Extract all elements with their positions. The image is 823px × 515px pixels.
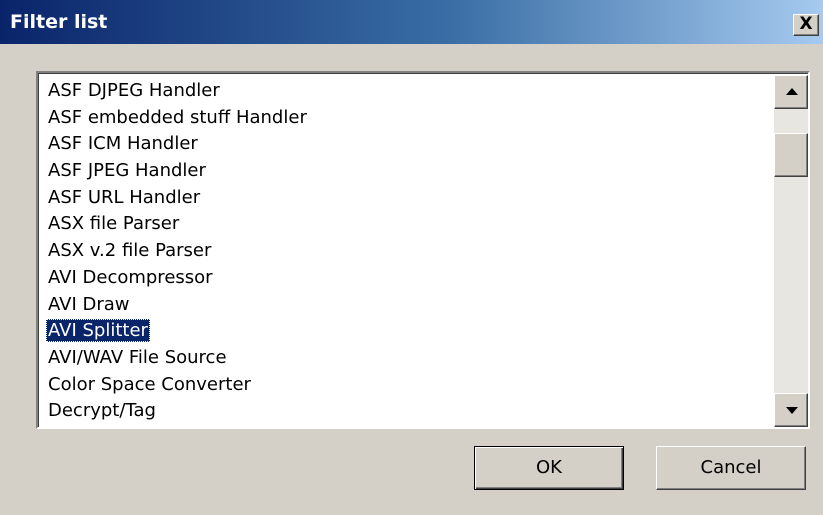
filter-list-dialog: Filter list X ASF DJPEG Handler ASF embed… [0,0,823,515]
list-item[interactable]: ASX v.2 file Parser [46,238,774,265]
list-item-label: ASF embedded stuff Handler [48,106,307,128]
window-title: Filter list [10,11,108,33]
list-item-label: Color Space Converter [48,373,251,395]
list-item[interactable]: AVI Draw [46,292,774,319]
list-item-label: ASF JPEG Handler [48,160,206,182]
cancel-button[interactable]: Cancel [656,446,806,490]
list-item-label: AVI Splitter [46,319,150,343]
scroll-down-button[interactable] [774,393,808,427]
list-item[interactable]: Decrypt/Tag [46,398,774,425]
arrow-down-icon [786,407,798,414]
list-item[interactable]: ASF DJPEG Handler [46,78,774,105]
list-item-label: Decrypt/Tag [48,400,156,422]
filter-list: ASF DJPEG Handler ASF embedded stuff Hand… [46,78,774,425]
close-button[interactable]: X [793,14,819,36]
list-item-label: AVI Decompressor [48,266,213,288]
list-item[interactable]: AVI/WAV File Source [46,345,774,372]
list-item-label: ASF URL Handler [48,186,201,208]
filter-listbox[interactable]: ASF DJPEG Handler ASF embedded stuff Hand… [36,71,810,429]
vertical-scrollbar[interactable] [774,75,808,427]
arrow-up-icon [786,88,798,95]
list-item[interactable]: ASX file Parser [46,211,774,238]
list-item-label: ASX file Parser [48,213,180,235]
list-item[interactable]: AVI Decompressor [46,265,774,292]
list-item-label: ASF DJPEG Handler [48,80,220,101]
scroll-up-button[interactable] [774,75,808,109]
list-item-label: AVI Draw [48,293,130,315]
close-icon: X [799,14,813,34]
list-item[interactable]: ASF JPEG Handler [46,158,774,185]
title-bar[interactable]: Filter list X [0,0,823,44]
list-item-label: ASX v.2 file Parser [48,240,212,262]
list-item-selected[interactable]: AVI Splitter [46,318,774,345]
scroll-thumb[interactable] [774,133,808,177]
list-item[interactable]: ASF ICM Handler [46,131,774,158]
list-item[interactable]: ASF embedded stuff Handler [46,105,774,132]
list-item[interactable]: Color Space Converter [46,372,774,399]
ok-button[interactable]: OK [474,446,624,490]
list-item-label: ASF ICM Handler [48,133,198,155]
list-item[interactable]: ASF URL Handler [46,185,774,212]
list-item-label: AVI/WAV File Source [48,346,227,368]
